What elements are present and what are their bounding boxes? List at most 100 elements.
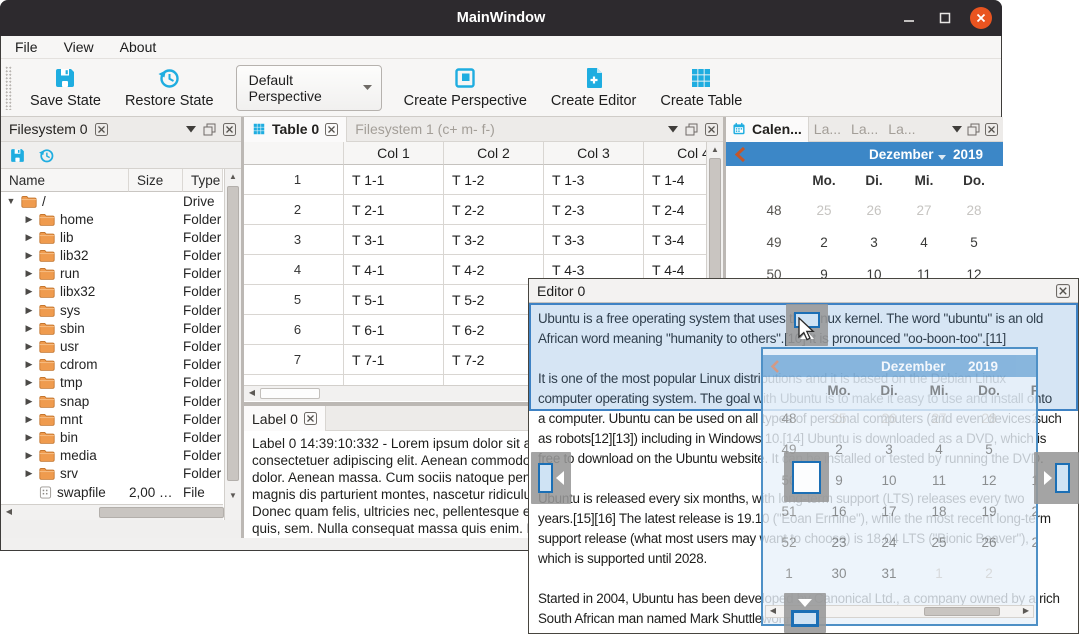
editor-close-icon[interactable]	[1056, 284, 1070, 298]
dock-indicator-left[interactable]	[531, 452, 571, 504]
table-cell[interactable]: T 1-3	[544, 165, 644, 195]
expander-closed-icon[interactable]: ▶	[23, 468, 35, 479]
menu-file[interactable]: File	[15, 39, 38, 55]
dock-close-icon[interactable]	[223, 123, 236, 136]
column-header-name[interactable]: Name	[1, 169, 129, 192]
dock-close-icon[interactable]	[705, 123, 718, 136]
table-cell[interactable]: T 2-4	[644, 195, 706, 225]
dock-menu-icon[interactable]	[952, 126, 962, 133]
expander-closed-icon[interactable]: ▶	[23, 450, 35, 461]
dock-indicator-center[interactable]	[784, 452, 829, 502]
calendar-day[interactable]: 4	[899, 235, 949, 250]
dock-menu-icon[interactable]	[186, 126, 196, 133]
tab-table-0[interactable]: Table 0	[244, 117, 347, 142]
column-header-type[interactable]: Type	[183, 169, 223, 192]
table-cell[interactable]: T 2-1	[344, 195, 444, 225]
expander-closed-icon[interactable]: ▶	[23, 414, 35, 425]
save-state-button[interactable]: Save State	[18, 61, 113, 115]
tree-row[interactable]: ▶cdromFolder	[1, 356, 223, 374]
minimize-button[interactable]	[898, 7, 920, 29]
window-titlebar[interactable]: MainWindow	[0, 0, 1002, 36]
tree-row[interactable]: ▶mediaFolder	[1, 447, 223, 465]
calendar-day[interactable]: 28	[949, 203, 999, 218]
calendar-day[interactable]: 25	[799, 203, 849, 218]
tree-row[interactable]: ▶srvFolder	[1, 465, 223, 483]
fs-restore-icon[interactable]	[38, 147, 55, 164]
expander-closed-icon[interactable]: ▶	[23, 377, 35, 388]
float-icon[interactable]	[967, 123, 980, 136]
calendar-month[interactable]: Dezember	[869, 147, 934, 162]
menu-about[interactable]: About	[120, 39, 157, 55]
float-icon[interactable]	[685, 123, 698, 136]
expander-closed-icon[interactable]: ▶	[23, 214, 35, 225]
table-cell[interactable]: T 3-4	[644, 225, 706, 255]
expander-closed-icon[interactable]: ▶	[23, 341, 35, 352]
tab-label-3[interactable]: La...	[883, 117, 920, 142]
tree-row[interactable]: ▶tmpFolder	[1, 374, 223, 392]
create-table-button[interactable]: Create Table	[648, 61, 754, 115]
scroll-left-icon[interactable]: ◀	[2, 505, 16, 519]
expander-closed-icon[interactable]: ▶	[23, 286, 35, 297]
table-column-header[interactable]: Col 3	[544, 142, 644, 165]
tree-row[interactable]: ▶lib32Folder	[1, 247, 223, 265]
tree-row[interactable]: ▶mntFolder	[1, 410, 223, 428]
tab-filesystem-0[interactable]: Filesystem 0	[1, 117, 116, 142]
table-cell[interactable]: T 2-3	[544, 195, 644, 225]
table-row-header[interactable]: 5	[244, 285, 344, 315]
table-row-header[interactable]: 1	[244, 165, 344, 195]
expander-closed-icon[interactable]: ▶	[23, 305, 35, 316]
expander-closed-icon[interactable]: ▶	[23, 268, 35, 279]
expander-closed-icon[interactable]: ▶	[23, 323, 35, 334]
calendar-day[interactable]: 5	[949, 235, 999, 250]
expander-closed-icon[interactable]: ▶	[23, 250, 35, 261]
table-panel-titlebar[interactable]: Table 0 Filesystem 1 (c+ m- f-)	[244, 117, 723, 142]
tree-row[interactable]: ▼/Drive	[1, 192, 223, 210]
tree-row[interactable]: ▶snapFolder	[1, 392, 223, 410]
maximize-button[interactable]	[934, 7, 956, 29]
expander-closed-icon[interactable]: ▶	[23, 432, 35, 443]
dock-indicator-right[interactable]	[1034, 452, 1079, 504]
expander-closed-icon[interactable]: ▶	[23, 232, 35, 243]
filesystem-panel-titlebar[interactable]: Filesystem 0	[1, 117, 241, 142]
table-row-header[interactable]: 6	[244, 315, 344, 345]
table-cell[interactable]: T 6-1	[344, 315, 444, 345]
tree-horizontal-scrollbar[interactable]: ◀ ▶	[1, 504, 223, 520]
table-cell[interactable]: T 4-1	[344, 255, 444, 285]
table-cell[interactable]: T 2-2	[444, 195, 544, 225]
tab-close-icon[interactable]	[304, 412, 317, 425]
fs-save-icon[interactable]	[9, 147, 26, 164]
editor-titlebar[interactable]: Editor 0	[529, 279, 1078, 303]
tree-row[interactable]: ▶runFolder	[1, 265, 223, 283]
expander-closed-icon[interactable]: ▶	[23, 359, 35, 370]
table-cell[interactable]: T 5-1	[344, 285, 444, 315]
table-cell[interactable]: T 3-2	[444, 225, 544, 255]
scroll-up-icon[interactable]: ▲	[708, 143, 722, 157]
scroll-up-icon[interactable]: ▲	[226, 170, 240, 184]
toolbar-grip[interactable]	[5, 66, 12, 110]
close-button[interactable]	[970, 7, 992, 29]
expander-closed-icon[interactable]: ▶	[23, 396, 35, 407]
calendar-day[interactable]: 29	[999, 203, 1003, 218]
tab-label-2[interactable]: La...	[846, 117, 883, 142]
tree-row[interactable]: ▶libx32Folder	[1, 283, 223, 301]
table-cell[interactable]: T 3-1	[344, 225, 444, 255]
table-cell[interactable]: T 1-1	[344, 165, 444, 195]
scroll-down-icon[interactable]: ▼	[226, 489, 240, 503]
calendar-day[interactable]: 3	[849, 235, 899, 250]
table-row-header[interactable]: 4	[244, 255, 344, 285]
expander-open-icon[interactable]: ▼	[5, 196, 17, 206]
tab-calendar[interactable]: Calen...	[726, 117, 809, 142]
table-cell[interactable]: T 7-1	[344, 345, 444, 375]
tree-row[interactable]: ▶libFolder	[1, 228, 223, 246]
calendar-year[interactable]: 2019	[953, 147, 983, 162]
tree-vertical-scrollbar[interactable]: ▲ ▼	[224, 169, 241, 520]
menu-view[interactable]: View	[64, 39, 94, 55]
tree-row[interactable]: ▶usrFolder	[1, 338, 223, 356]
tree-row[interactable]: swapfile2,00 …File	[1, 483, 223, 501]
tab-filesystem-1[interactable]: Filesystem 1 (c+ m- f-)	[347, 117, 503, 142]
tab-label-1[interactable]: La...	[809, 117, 846, 142]
calendar-day[interactable]: 27	[899, 203, 949, 218]
column-header-size[interactable]: Size	[129, 169, 183, 192]
tab-label-0[interactable]: Label 0	[244, 406, 326, 431]
tree-row[interactable]: ▶homeFolder	[1, 210, 223, 228]
